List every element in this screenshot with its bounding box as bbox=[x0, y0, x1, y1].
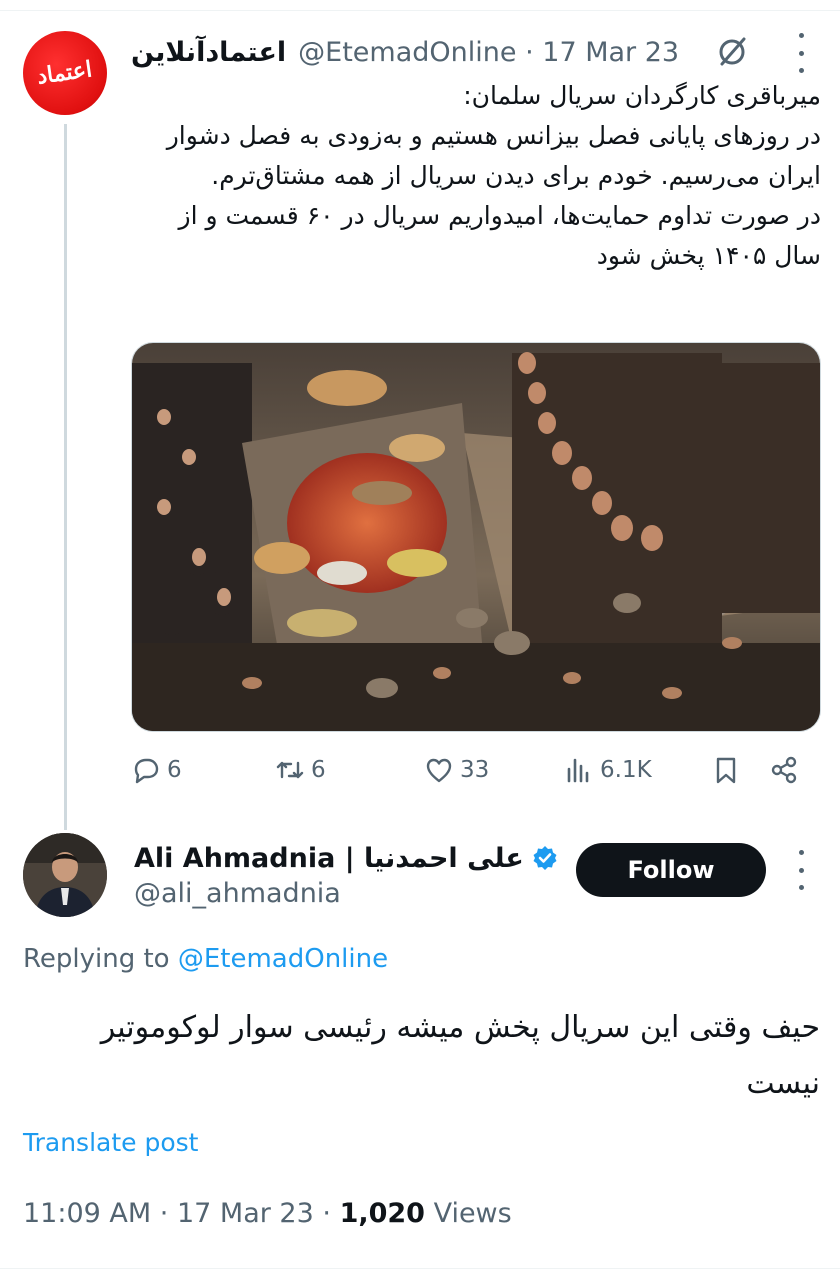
parent-separator: · bbox=[525, 36, 534, 68]
tweet-media-image[interactable] bbox=[131, 342, 821, 732]
views-count: 6.1K bbox=[600, 757, 652, 783]
views-icon bbox=[567, 758, 589, 783]
parent-handle-text[interactable]: @EtemadOnline bbox=[298, 37, 516, 68]
reply-name-row: Ali Ahmadnia | علی احمدنیا bbox=[134, 838, 558, 878]
parent-more-icon[interactable] bbox=[795, 33, 807, 73]
replying-to-handle-link[interactable]: @EtemadOnline bbox=[178, 944, 388, 974]
bottom-divider bbox=[0, 1268, 840, 1269]
avatar-etemadonline[interactable]: اعتماد bbox=[23, 31, 107, 115]
parent-tweet-header: اعتمادآنلاین @EtemadOnline · 17 Mar 23 bbox=[131, 32, 679, 72]
share-action[interactable] bbox=[769, 748, 805, 792]
like-count: 33 bbox=[460, 757, 490, 783]
parent-text-line: در صورت تداوم حمایت‌ها، امیدواریم سریال … bbox=[178, 201, 822, 270]
grok-icon[interactable] bbox=[714, 34, 750, 70]
avatar-logo-text: اعتماد bbox=[35, 56, 95, 90]
meta-separator: · bbox=[322, 1198, 331, 1229]
reply-icon bbox=[134, 758, 159, 784]
reply-date[interactable]: 17 Mar 23 bbox=[177, 1198, 314, 1229]
reply-more-icon[interactable] bbox=[795, 850, 807, 890]
reply-meta-line: 11:09 AM · 17 Mar 23 · 1,020 Views bbox=[23, 1198, 512, 1229]
replying-to-prefix: Replying to bbox=[23, 944, 170, 974]
parent-date[interactable]: 17 Mar 23 bbox=[542, 37, 679, 68]
parent-text-line: در روزهای پایانی فصل بیزانس هستیم و به‌ز… bbox=[166, 121, 821, 190]
bookmark-action[interactable] bbox=[711, 748, 747, 792]
avatar-photo bbox=[23, 833, 107, 917]
parent-display-name[interactable]: اعتمادآنلاین bbox=[131, 37, 286, 68]
reply-tweet-text: حیف وقتی این سریال پخش میشه رئیسی سوار ل… bbox=[100, 1010, 820, 1101]
parent-action-bar: 6 6 33 6.1K bbox=[131, 748, 821, 792]
reply-time[interactable]: 11:09 AM bbox=[23, 1198, 151, 1229]
film-still-photo bbox=[132, 343, 820, 731]
avatar-ali-ahmadnia[interactable] bbox=[23, 833, 107, 917]
replying-to-line: Replying to @EtemadOnline bbox=[23, 944, 388, 974]
follow-button[interactable]: Follow bbox=[576, 843, 766, 897]
repost-icon bbox=[276, 761, 304, 779]
top-divider bbox=[0, 10, 840, 11]
bookmark-icon bbox=[716, 757, 736, 784]
reply-action[interactable]: 6 bbox=[131, 748, 182, 792]
reply-display-name[interactable]: Ali Ahmadnia | علی احمدنیا bbox=[134, 843, 524, 874]
like-action[interactable]: 33 bbox=[424, 748, 489, 792]
share-icon bbox=[771, 756, 797, 784]
views-action[interactable]: 6.1K bbox=[564, 748, 652, 792]
thread-connector-line bbox=[64, 124, 67, 830]
reply-count: 6 bbox=[167, 757, 182, 783]
reply-views-count: 1,020 bbox=[339, 1198, 425, 1229]
meta-separator: · bbox=[159, 1198, 169, 1229]
parent-tweet-text: میرباقری کارگردان سریال سلمان: در روزهای… bbox=[131, 76, 821, 276]
repost-count: 6 bbox=[311, 757, 326, 783]
parent-text-line: میرباقری کارگردان سریال سلمان: bbox=[463, 81, 821, 110]
reply-views-label: Views bbox=[433, 1198, 512, 1229]
parent-handle: @EtemadOnline · 17 Mar 23 bbox=[298, 37, 679, 68]
verified-icon bbox=[533, 846, 557, 870]
translate-post-link[interactable]: Translate post bbox=[23, 1128, 198, 1157]
repost-action[interactable]: 6 bbox=[275, 748, 326, 792]
like-icon bbox=[426, 758, 452, 783]
reply-handle[interactable]: @ali_ahmadnia bbox=[134, 878, 341, 909]
